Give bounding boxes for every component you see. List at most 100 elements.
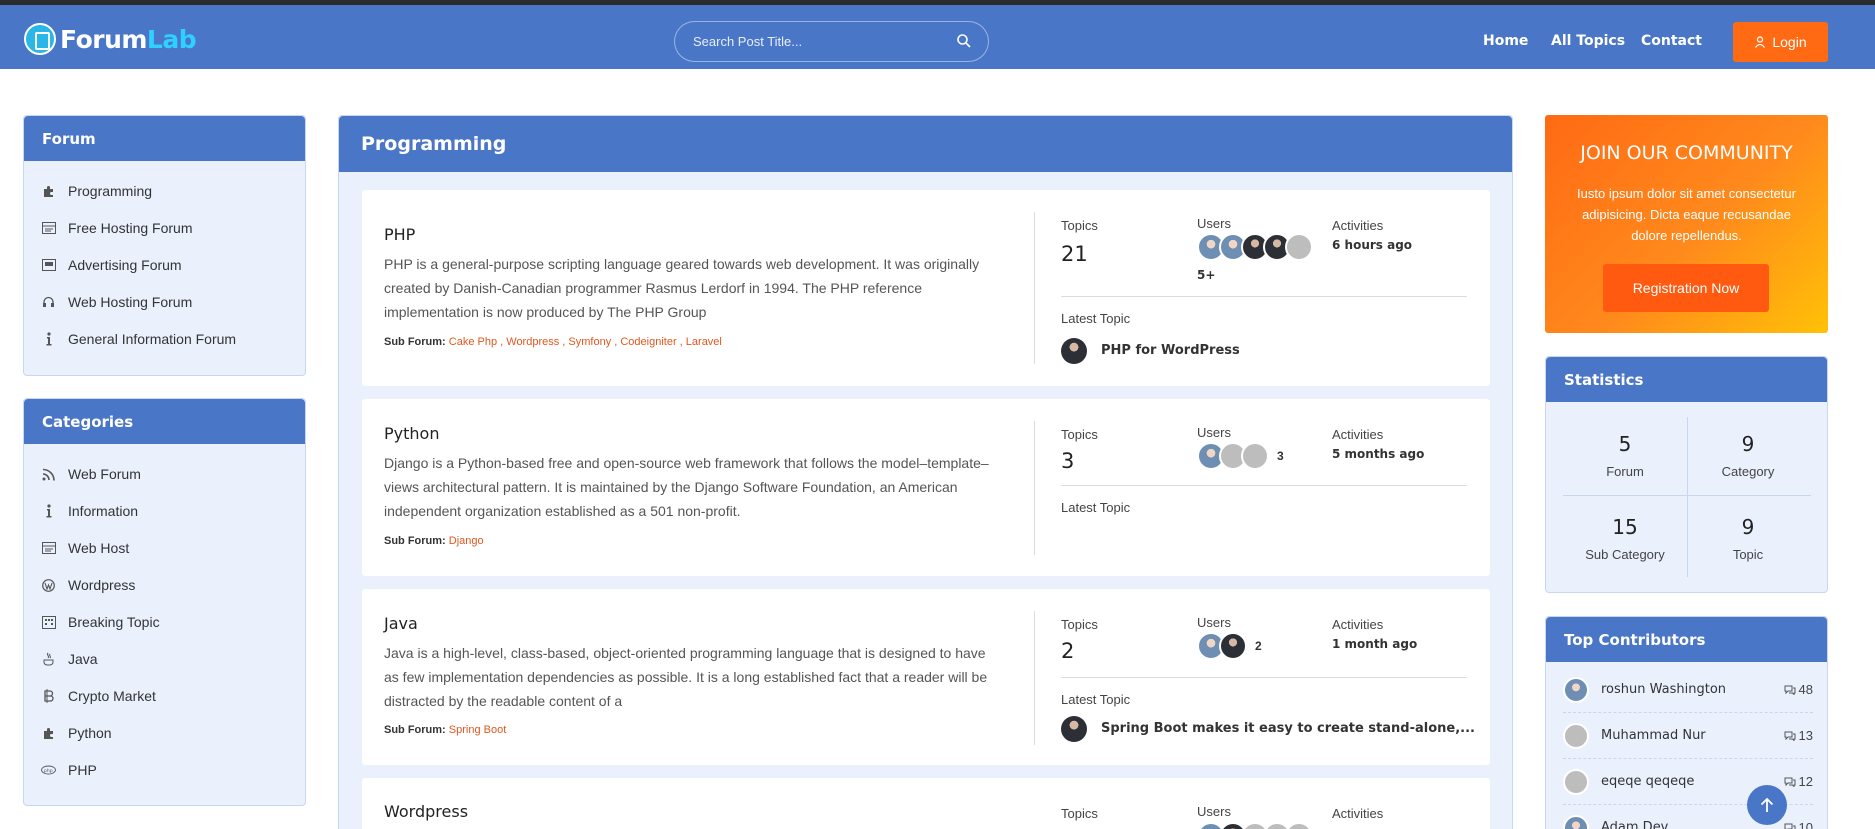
feed-icon bbox=[41, 467, 56, 482]
forum-title[interactable]: PHP bbox=[384, 225, 415, 244]
billboard-icon bbox=[41, 258, 56, 273]
sidebar-item-label: General Information Forum bbox=[68, 331, 237, 347]
logo-text-forum: Forum bbox=[60, 24, 147, 54]
contributor-count: 13 bbox=[1798, 728, 1813, 743]
sub-forum-links[interactable]: Django bbox=[449, 535, 484, 547]
card-divider bbox=[1034, 212, 1035, 364]
contributor-posts: 10 bbox=[1784, 820, 1813, 829]
sidebar-item-programming[interactable]: Programming bbox=[41, 183, 152, 199]
contributor-count: 48 bbox=[1798, 682, 1813, 697]
activities-label: Activities bbox=[1332, 617, 1384, 632]
sub-forum-label: Sub Forum: bbox=[384, 336, 446, 348]
sidebar-item-advertising[interactable]: Advertising Forum bbox=[41, 257, 182, 273]
category-item-php[interactable]: php PHP bbox=[41, 762, 97, 778]
latest-topic-title[interactable]: PHP for WordPress bbox=[1101, 343, 1240, 358]
logo-text: ForumLab bbox=[60, 24, 197, 54]
svg-text:php: php bbox=[44, 768, 53, 774]
forum-title[interactable]: Wordpress bbox=[384, 802, 468, 821]
forum-card-wordpress: Wordpress Topics Users Activities bbox=[362, 778, 1490, 829]
topics-count: 2 bbox=[1061, 639, 1075, 663]
user-avatars: 2 bbox=[1197, 632, 1262, 660]
category-item-label: Java bbox=[68, 651, 98, 667]
nav-all-topics[interactable]: All Topics bbox=[1551, 33, 1625, 49]
sidebar-item-web-hosting[interactable]: Web Hosting Forum bbox=[41, 294, 192, 310]
statistics-panel: Statistics 5 Forum 9 Category 15 Sub Cat… bbox=[1545, 356, 1828, 593]
contributor-item[interactable]: Muhammad Nur 13 bbox=[1563, 713, 1813, 759]
stat-value: 9 bbox=[1741, 515, 1755, 539]
avatar[interactable] bbox=[1241, 442, 1269, 470]
category-item-web-host[interactable]: Web Host bbox=[41, 540, 129, 556]
sub-forum: Sub Forum: Cake Php , Wordpress , Symfon… bbox=[384, 336, 722, 348]
join-community-banner: JOIN OUR COMMUNITY Iusto ipsum dolor sit… bbox=[1545, 115, 1828, 333]
activity-time: 6 hours ago bbox=[1332, 238, 1413, 252]
users-label: Users bbox=[1197, 615, 1231, 630]
stat-topic: 9 Topic bbox=[1688, 515, 1808, 562]
forum-panel: Forum Programming Free Hosting Forum Adv… bbox=[23, 115, 306, 376]
contributor-avatar bbox=[1563, 676, 1589, 703]
forum-panel-title: Forum bbox=[24, 116, 305, 161]
forum-title[interactable]: Python bbox=[384, 424, 439, 443]
latest-topic-avatar bbox=[1061, 716, 1087, 742]
card-divider bbox=[1034, 421, 1035, 555]
headset-icon bbox=[41, 295, 56, 310]
wordpress-icon bbox=[41, 578, 56, 593]
login-button[interactable]: Login bbox=[1733, 22, 1828, 62]
topics-count: 21 bbox=[1061, 242, 1088, 266]
forum-card-python: Python Django is a Python-based free and… bbox=[362, 399, 1490, 576]
comments-icon bbox=[1784, 731, 1796, 741]
avatar[interactable] bbox=[1285, 822, 1313, 829]
avatar[interactable] bbox=[1219, 632, 1247, 660]
site-header: ForumLab Home All Topics Contact Login bbox=[0, 5, 1875, 69]
search-box bbox=[674, 21, 989, 62]
contributor-avatar bbox=[1563, 768, 1589, 795]
activities-label: Activities bbox=[1332, 427, 1384, 442]
users-more-count: 5+ bbox=[1197, 268, 1216, 282]
category-item-java[interactable]: Java bbox=[41, 651, 98, 667]
contributor-count: 12 bbox=[1798, 774, 1813, 789]
activity-time: 1 month ago bbox=[1332, 637, 1418, 651]
contributor-avatar bbox=[1563, 814, 1589, 829]
scroll-to-top-button[interactable] bbox=[1747, 785, 1787, 825]
nav-home[interactable]: Home bbox=[1483, 33, 1528, 49]
category-item-wordpress[interactable]: Wordpress bbox=[41, 577, 135, 593]
server-icon bbox=[41, 221, 56, 236]
avatar[interactable] bbox=[1285, 233, 1313, 261]
latest-topic-label: Latest Topic bbox=[1061, 311, 1131, 326]
category-item-label: PHP bbox=[68, 762, 97, 778]
stat-label: Forum bbox=[1606, 464, 1644, 479]
registration-button[interactable]: Registration Now bbox=[1603, 264, 1769, 312]
programming-section: Programming PHP PHP is a general-purpose… bbox=[338, 115, 1513, 829]
site-logo[interactable]: ForumLab bbox=[24, 23, 197, 55]
search-input[interactable] bbox=[693, 22, 943, 61]
category-item-python[interactable]: Python bbox=[41, 725, 112, 741]
logo-text-lab: Lab bbox=[146, 24, 197, 54]
categories-panel-title: Categories bbox=[24, 399, 305, 444]
sub-forum-links[interactable]: Spring Boot bbox=[449, 724, 506, 736]
forum-description: Java is a high-level, class-based, objec… bbox=[384, 645, 988, 709]
user-avatars: 3 bbox=[1197, 442, 1284, 470]
category-item-information[interactable]: Information bbox=[41, 503, 138, 519]
activities-label: Activities bbox=[1332, 218, 1384, 233]
search-icon[interactable] bbox=[956, 33, 972, 49]
latest-topic-label: Latest Topic bbox=[1061, 500, 1131, 515]
category-item-web-forum[interactable]: Web Forum bbox=[41, 466, 141, 482]
category-item-breaking-topic[interactable]: Breaking Topic bbox=[41, 614, 160, 630]
nav-contact[interactable]: Contact bbox=[1641, 33, 1702, 49]
sub-forum-links[interactable]: Cake Php , Wordpress , Symfony , Codeign… bbox=[449, 336, 722, 348]
puzzle-icon bbox=[41, 184, 56, 199]
category-item-label: Python bbox=[68, 725, 112, 741]
user-avatars bbox=[1197, 822, 1313, 829]
comments-icon bbox=[1784, 777, 1796, 787]
sidebar-item-general-info[interactable]: General Information Forum bbox=[41, 331, 236, 347]
forum-title[interactable]: Java bbox=[384, 614, 418, 633]
users-count: 2 bbox=[1255, 639, 1262, 653]
topics-count: 3 bbox=[1061, 449, 1075, 473]
latest-topic-title[interactable]: Spring Boot makes it easy to create stan… bbox=[1101, 721, 1475, 736]
category-item-crypto-market[interactable]: Crypto Market bbox=[41, 688, 156, 704]
sidebar-item-free-hosting[interactable]: Free Hosting Forum bbox=[41, 220, 192, 236]
latest-topic-label: Latest Topic bbox=[1061, 692, 1131, 707]
contributor-posts: 12 bbox=[1784, 774, 1813, 789]
comments-icon bbox=[1784, 823, 1796, 829]
contributor-item[interactable]: roshun Washington 48 bbox=[1563, 667, 1813, 713]
latest-topic-avatar bbox=[1061, 338, 1087, 364]
